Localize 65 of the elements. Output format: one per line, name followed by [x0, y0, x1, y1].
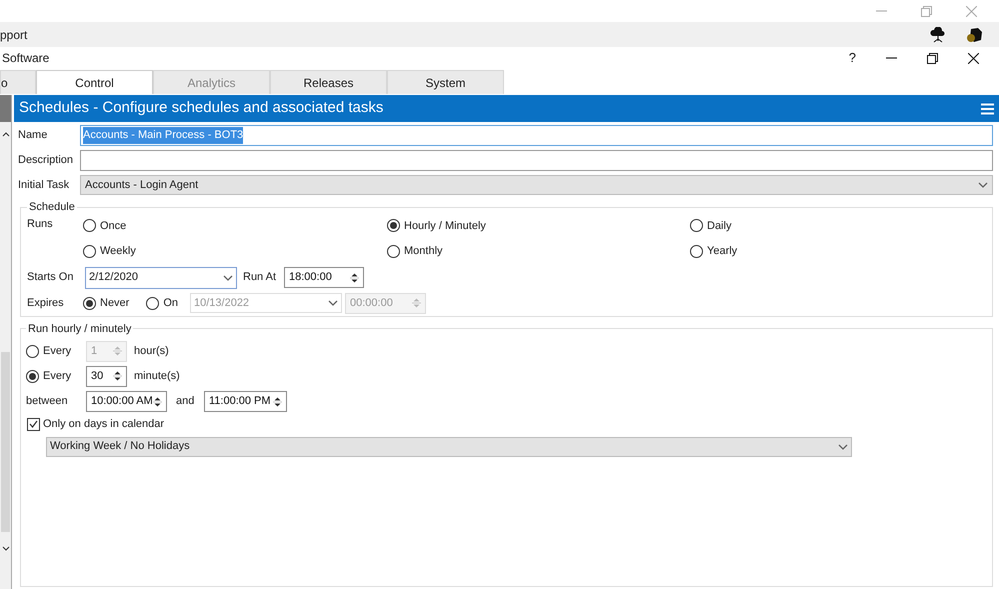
task-dropdown[interactable]: Accounts - Login Agent	[80, 175, 993, 195]
package-coin-icon[interactable]	[965, 26, 983, 42]
chevron-down-icon	[838, 444, 848, 450]
tab[interactable]: Control	[36, 70, 153, 94]
radio-button[interactable]	[26, 370, 39, 382]
radio-option[interactable]: Weekly	[83, 243, 387, 260]
description-field[interactable]	[80, 150, 993, 171]
tab[interactable]: Releases	[270, 70, 387, 94]
group-title: Run hourly / minutely	[27, 322, 132, 336]
radio-button[interactable]	[83, 219, 96, 232]
side-scrollbar[interactable]	[0, 95, 12, 589]
checkbox[interactable]	[27, 418, 40, 431]
radio-option[interactable]: Monthly	[387, 243, 690, 260]
radio-button[interactable]	[690, 219, 703, 232]
radio-button[interactable]	[387, 244, 400, 258]
menu-icon[interactable]	[981, 102, 994, 114]
radio-option[interactable]: Hourly / Minutely	[387, 218, 690, 234]
panel-title: Schedules - Configure schedules and associated tasks	[19, 98, 384, 118]
tab[interactable]: o	[0, 70, 36, 94]
field-label: Name	[18, 128, 48, 144]
field-label: Starts On	[27, 270, 74, 286]
radio-option[interactable]: Daily	[690, 218, 738, 234]
help-button[interactable]: ?	[848, 48, 856, 68]
spin-field[interactable]: 30	[86, 366, 127, 386]
unit-label: hour(s)	[133, 344, 169, 359]
radio-option[interactable]: Yearly	[690, 243, 738, 260]
spin-field[interactable]: 11:00:00 PM	[204, 391, 287, 412]
radio-button[interactable]	[690, 244, 703, 258]
minimize-icon[interactable]	[886, 57, 897, 59]
menu-label[interactable]: pport	[0, 26, 28, 44]
date-picker[interactable]: 2/12/2020	[85, 266, 237, 288]
tab[interactable]: System	[387, 70, 504, 94]
spin-arrows-icon[interactable]	[273, 394, 282, 408]
spin-field[interactable]: 10:00:00 AM	[86, 391, 167, 412]
field-label: and	[175, 394, 196, 410]
chevron-down-icon	[978, 182, 988, 188]
spin-arrows-icon[interactable]	[113, 369, 122, 383]
group-title: Schedule	[28, 200, 76, 215]
spin-field[interactable]: 18:00:00	[284, 267, 364, 288]
field-label: Runs	[27, 216, 54, 232]
scroll-up-icon[interactable]	[2, 132, 10, 137]
field-label: Expires	[27, 296, 65, 311]
check-icon	[29, 420, 38, 428]
field-label: between	[26, 394, 69, 410]
sidebar-header-block	[0, 95, 11, 122]
field-label: Run At	[242, 270, 278, 286]
cloud-network-icon[interactable]	[929, 26, 947, 42]
unit-label: minute(s)	[133, 368, 180, 384]
spin-arrows-icon[interactable]	[350, 270, 359, 284]
radio-button[interactable]	[387, 219, 400, 232]
chevron-down-icon	[223, 274, 233, 280]
close-icon[interactable]	[968, 52, 979, 64]
restore-icon[interactable]	[927, 52, 938, 64]
radio-button[interactable]	[83, 244, 96, 258]
radio-option[interactable]: Every	[26, 368, 86, 384]
scroll-down-icon[interactable]	[2, 546, 10, 551]
chevron-down-icon	[328, 300, 338, 306]
field-label: Initial Task	[18, 178, 70, 193]
radio-option[interactable]: Once	[83, 218, 387, 234]
app-title: Software	[1, 50, 50, 67]
calendar-checkbox-row[interactable]: Only on days in calendar	[27, 416, 987, 432]
spin-arrows-icon[interactable]	[153, 394, 162, 408]
scroll-thumb[interactable]	[1, 352, 10, 532]
calendar-dropdown[interactable]: Working Week / No Holidays	[46, 436, 852, 456]
field-label: Description	[18, 153, 74, 168]
